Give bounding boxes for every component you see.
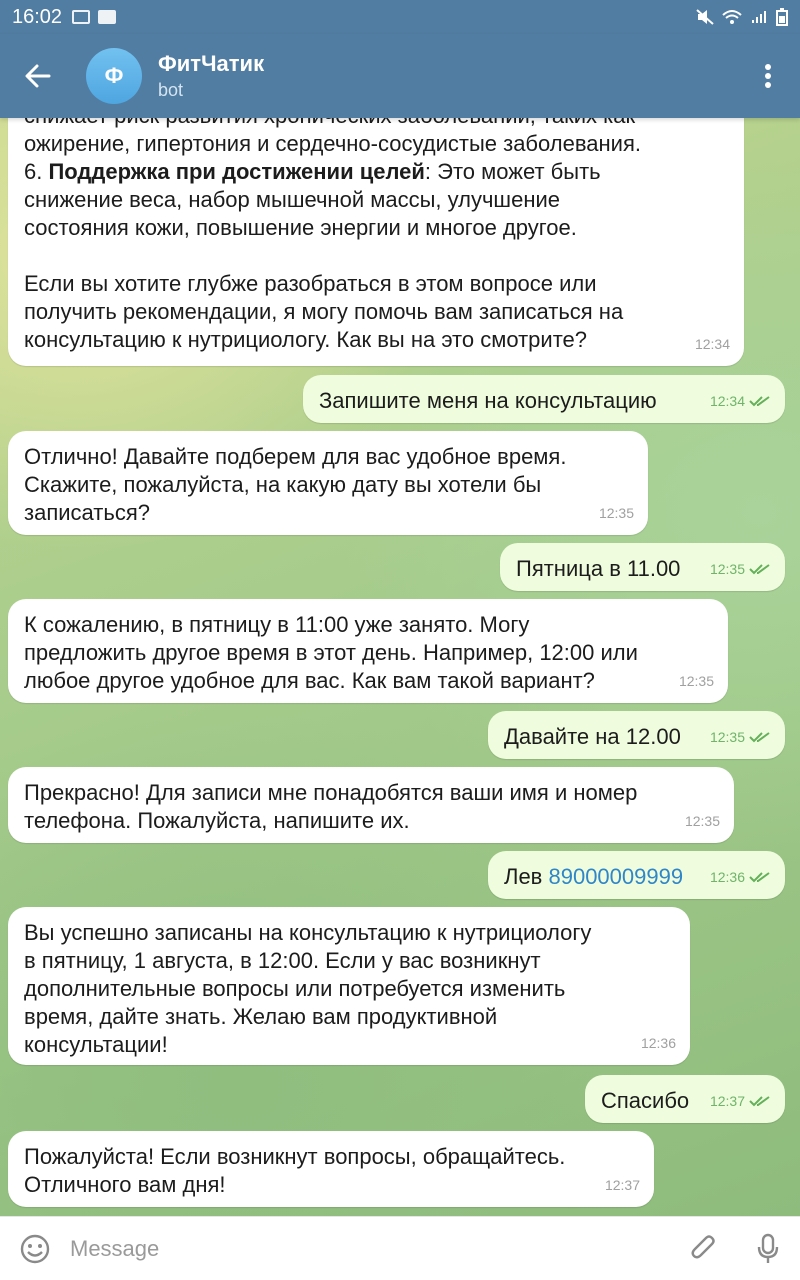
message-time: 12:35 <box>709 729 745 745</box>
phone-link[interactable]: 89000009999 <box>548 864 683 889</box>
more-vertical-icon <box>765 64 771 88</box>
message-incoming[interactable]: снижает риск развития хронических заболе… <box>8 86 744 366</box>
message-text: снижает риск развития хронических заболе… <box>24 103 641 352</box>
message-input[interactable] <box>70 1216 672 1280</box>
message-outgoing[interactable]: Лев 89000009999 12:36 <box>488 851 785 899</box>
message-incoming[interactable]: Вы успешно записаны на консультацию к ну… <box>8 907 690 1065</box>
back-button[interactable] <box>0 34 76 118</box>
message-time: 12:35 <box>709 561 745 577</box>
microphone-icon <box>757 1233 779 1263</box>
status-bar: 16:02 <box>0 0 800 34</box>
message-meta: 12:37 <box>605 1171 640 1199</box>
double-check-icon <box>749 732 770 743</box>
message-time: 12:35 <box>684 813 720 829</box>
message-meta: 12:35 <box>679 667 714 695</box>
wifi-icon <box>722 10 742 24</box>
arrow-left-icon <box>25 64 51 88</box>
microphone-button[interactable] <box>736 1217 800 1280</box>
chat-subtitle: bot <box>158 80 184 100</box>
avatar[interactable]: Ф <box>86 48 142 104</box>
message-text: Прекрасно! Для записи мне понадобятся ва… <box>24 780 638 833</box>
status-time: 16:02 <box>12 5 63 28</box>
message-time: 12:36 <box>640 1035 676 1051</box>
message-time: 12:34 <box>709 393 745 409</box>
message-list[interactable]: снижает риск развития хронических заболе… <box>0 0 800 1280</box>
message-outgoing[interactable]: Спасибо 12:37 <box>585 1075 785 1123</box>
message-time: 12:34 <box>694 336 730 352</box>
message-incoming[interactable]: Отлично! Давайте подберем для вас удобно… <box>8 431 648 535</box>
message-text: Вы успешно записаны на консультацию к ну… <box>24 920 592 1057</box>
message-time: 12:35 <box>598 505 634 521</box>
battery-icon <box>776 8 788 26</box>
chat-title: ФитЧатик <box>158 51 265 76</box>
avatar-letter: Ф <box>104 63 124 88</box>
message-time: 12:37 <box>604 1177 640 1193</box>
attach-button[interactable] <box>672 1217 736 1280</box>
double-check-icon <box>749 872 770 883</box>
message-time: 12:35 <box>678 673 714 689</box>
message-time: 12:36 <box>709 869 745 885</box>
message-meta: 12:35 <box>599 499 634 527</box>
mute-icon <box>696 9 714 25</box>
message-outgoing[interactable]: Давайте на 12.00 12:35 <box>488 711 785 759</box>
message-input-bar <box>0 1216 800 1280</box>
message-meta: 12:34 <box>695 330 730 358</box>
message-incoming[interactable]: К сожалению, в пятницу в 11:00 уже занят… <box>8 599 728 703</box>
message-meta: 12:35 <box>710 555 771 583</box>
message-text: Пожалуйста! Если возникнут вопросы, обра… <box>24 1144 566 1197</box>
message-incoming[interactable]: Прекрасно! Для записи мне понадобятся ва… <box>8 767 734 843</box>
paperclip-icon <box>691 1234 715 1258</box>
message-outgoing[interactable]: Пятница в 11.00 12:35 <box>500 543 785 591</box>
chat-header: Ф ФитЧатик bot <box>0 34 800 118</box>
message-meta: 12:35 <box>710 723 771 751</box>
folder-notification-icon <box>98 10 117 24</box>
emoji-icon <box>20 1234 50 1263</box>
message-meta: 12:34 <box>710 387 771 415</box>
signal-icon <box>752 11 766 23</box>
message-text: К сожалению, в пятницу в 11:00 уже занят… <box>24 612 638 693</box>
message-meta: 12:36 <box>641 1029 676 1057</box>
emoji-button[interactable] <box>0 1217 70 1280</box>
double-check-icon <box>749 564 770 575</box>
more-menu-button[interactable] <box>736 34 800 118</box>
message-text: Отлично! Давайте подберем для вас удобно… <box>24 444 567 525</box>
gallery-notification-icon <box>72 10 91 24</box>
message-text: Запишите меня на консультацию <box>319 388 657 413</box>
chat-title-block[interactable]: ФитЧатик bot <box>158 50 264 102</box>
double-check-icon <box>749 396 770 407</box>
message-outgoing[interactable]: Запишите меня на консультацию 12:34 <box>303 375 785 423</box>
message-meta: 12:37 <box>710 1087 771 1115</box>
double-check-icon <box>749 1096 770 1107</box>
message-meta: 12:36 <box>710 863 771 891</box>
message-incoming[interactable]: Пожалуйста! Если возникнут вопросы, обра… <box>8 1131 654 1207</box>
message-meta: 12:35 <box>685 807 720 835</box>
message-time: 12:37 <box>709 1093 745 1109</box>
